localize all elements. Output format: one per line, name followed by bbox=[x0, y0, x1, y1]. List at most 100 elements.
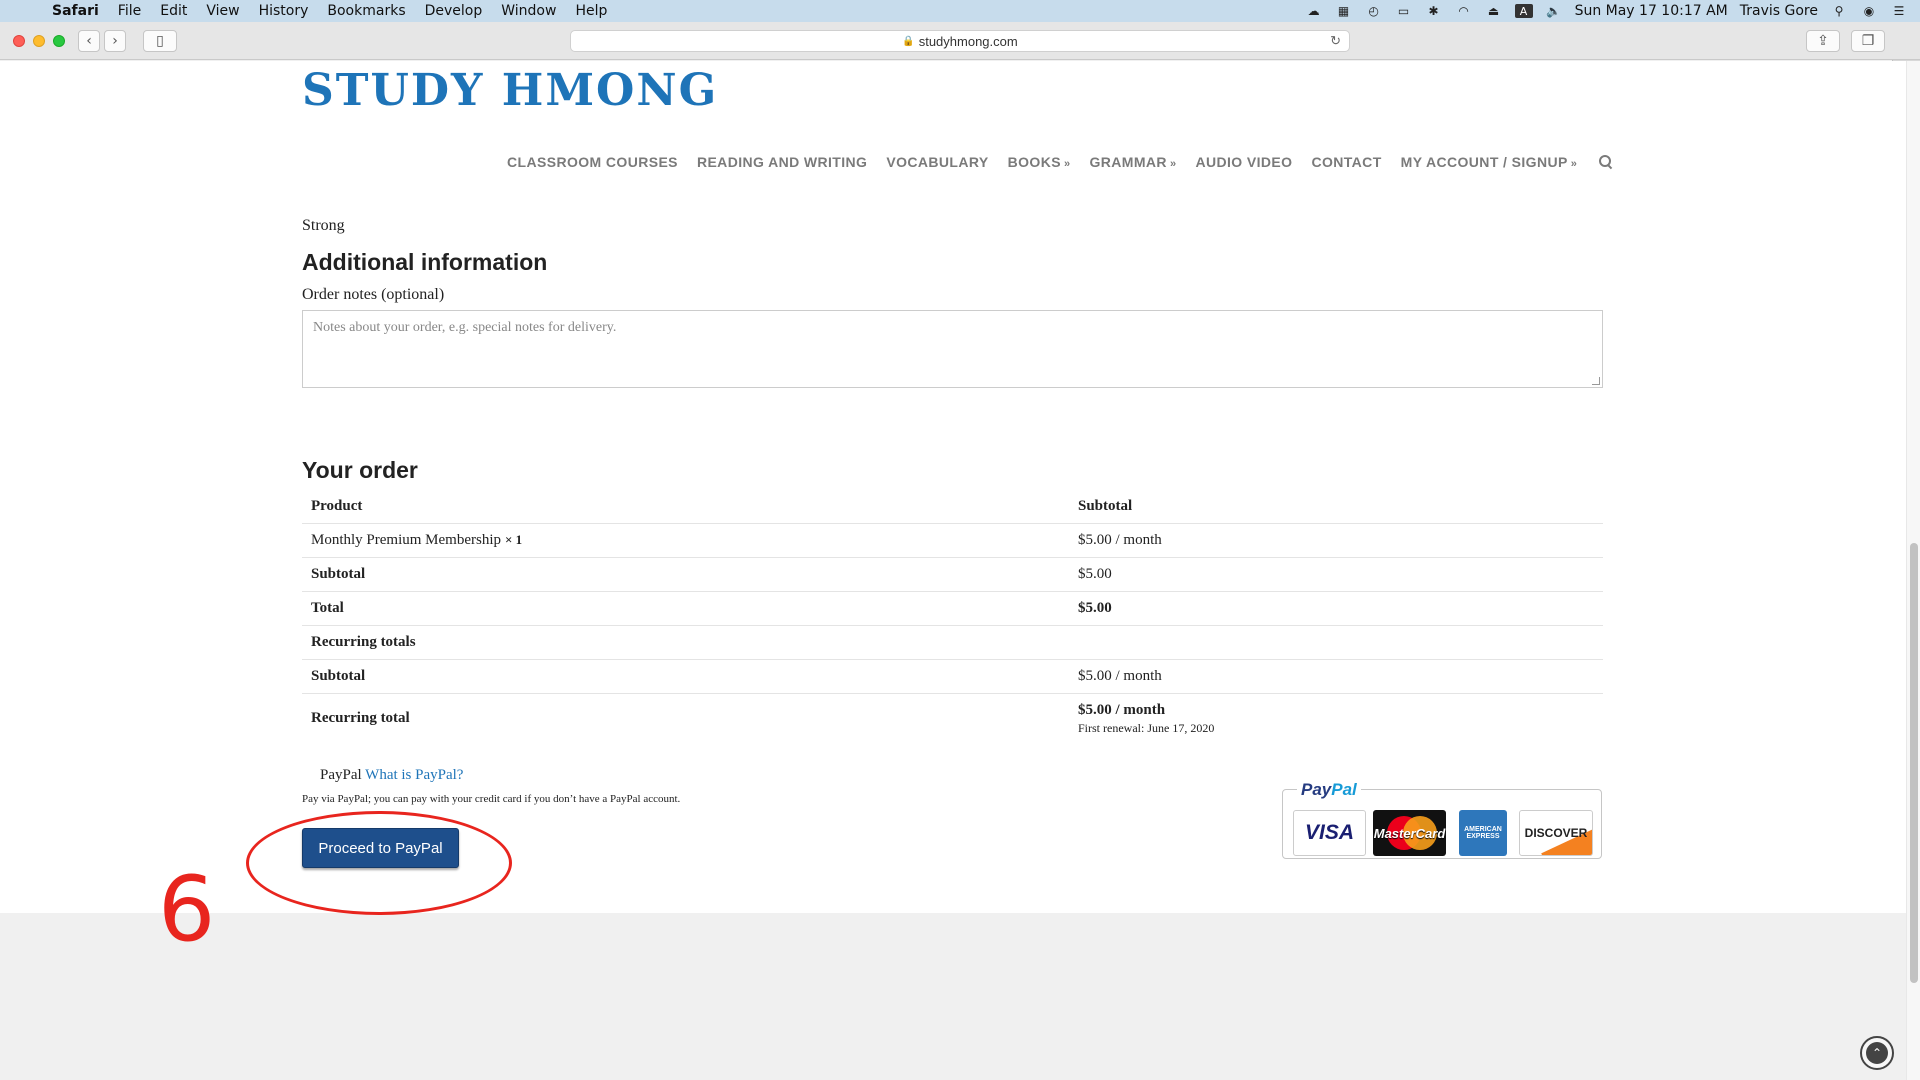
cloud-icon[interactable]: ☁ bbox=[1305, 4, 1323, 18]
volume-icon[interactable]: 🔈 bbox=[1545, 4, 1563, 18]
payment-method-label: PayPal bbox=[320, 767, 362, 783]
time-machine-icon[interactable]: ◴ bbox=[1365, 4, 1383, 18]
menu-help[interactable]: Help bbox=[575, 3, 607, 19]
table-row: Total $5.00 bbox=[302, 592, 1603, 626]
your-order-heading: Your order bbox=[302, 457, 418, 483]
visa-card-logo: VISA bbox=[1293, 810, 1366, 856]
annotation-step-number: 6 bbox=[158, 857, 216, 962]
total-label: Total bbox=[311, 600, 344, 616]
nav-grammar-label: GRAMMAR bbox=[1089, 154, 1167, 170]
input-source-icon[interactable]: A bbox=[1514, 4, 1533, 18]
nav-contact[interactable]: CONTACT bbox=[1311, 154, 1381, 170]
recurring-total-value: $5.00 / month bbox=[1078, 702, 1166, 718]
subtotal-label: Subtotal bbox=[311, 566, 366, 582]
product-name-cell: Monthly Premium Membership × 1 bbox=[311, 532, 522, 549]
browser-toolbar: ‹ › ▯ 🔒 studyhmong.com ↻ ⇪ ❐ + bbox=[0, 22, 1920, 82]
reload-icon[interactable]: ↻ bbox=[1330, 33, 1341, 49]
nav-books[interactable]: BOOKS» bbox=[1008, 154, 1071, 170]
notification-center-icon[interactable]: ☰ bbox=[1890, 4, 1908, 18]
eject-icon[interactable]: ⏏ bbox=[1485, 4, 1503, 18]
minimize-window-button[interactable] bbox=[33, 35, 45, 47]
mastercard-logo: MasterCard bbox=[1373, 810, 1446, 856]
recurring-totals-label: Recurring totals bbox=[311, 634, 416, 650]
nav-grammar[interactable]: GRAMMAR» bbox=[1089, 154, 1176, 170]
recurring-total-cell: $5.00 / month First renewal: June 17, 20… bbox=[1078, 702, 1214, 736]
order-notes-label: Order notes (optional) bbox=[302, 286, 445, 303]
share-icon: ⇪ bbox=[1817, 33, 1829, 49]
paypal-logo-pay: Pay bbox=[1301, 780, 1332, 799]
menu-file[interactable]: File bbox=[118, 3, 141, 19]
site-logo[interactable]: STUDY HMONG bbox=[302, 65, 718, 116]
search-icon[interactable] bbox=[1599, 155, 1613, 169]
back-button[interactable]: ‹ bbox=[78, 30, 100, 52]
menu-bar-status-area: ☁ ▦ ◴ ▭ ✱ ◠ ⏏ A 🔈 Sun May 17 10:17 AM Tr… bbox=[1305, 0, 1908, 22]
chevron-up-icon: ⌃ bbox=[1866, 1042, 1888, 1064]
recurring-total-label: Recurring total bbox=[311, 710, 410, 726]
additional-information-heading: Additional information bbox=[302, 249, 548, 275]
table-row: Subtotal $5.00 / month bbox=[302, 660, 1603, 694]
nav-audio-video[interactable]: AUDIO VIDEO bbox=[1195, 154, 1292, 170]
what-is-paypal-link[interactable]: What is PayPal? bbox=[365, 767, 463, 783]
american-express-logo: AMERICAN EXPRESS bbox=[1459, 810, 1507, 856]
menu-view[interactable]: View bbox=[206, 3, 239, 19]
chevron-left-icon: ‹ bbox=[86, 33, 92, 49]
menu-edit[interactable]: Edit bbox=[160, 3, 187, 19]
bluetooth-icon[interactable]: ✱ bbox=[1425, 4, 1443, 18]
nav-classroom-courses[interactable]: CLASSROOM COURSES bbox=[507, 154, 678, 170]
address-bar[interactable]: 🔒 studyhmong.com ↻ bbox=[570, 30, 1350, 52]
annotation-highlight-ellipse bbox=[246, 811, 512, 915]
paypal-logo: PayPal bbox=[1297, 780, 1361, 800]
table-row: Recurring totals bbox=[302, 626, 1603, 660]
double-chevron-down-icon: » bbox=[1063, 158, 1071, 170]
nav-vocabulary[interactable]: VOCABULARY bbox=[886, 154, 988, 170]
siri-icon[interactable]: ◉ bbox=[1860, 4, 1878, 18]
nav-books-label: BOOKS bbox=[1007, 154, 1061, 170]
discover-logo-text: DISCOVER bbox=[1524, 826, 1588, 840]
forward-button[interactable]: › bbox=[104, 30, 126, 52]
sidebar-icon: ▯ bbox=[156, 33, 164, 49]
resize-handle-icon[interactable] bbox=[1592, 377, 1600, 385]
paypal-logo-pal: Pal bbox=[1331, 780, 1357, 799]
product-quantity: × 1 bbox=[505, 532, 523, 547]
address-bar-url: studyhmong.com bbox=[918, 33, 1018, 49]
product-price: $5.00 / month bbox=[1078, 532, 1162, 548]
order-review-table: Product Subtotal Monthly Premium Members… bbox=[302, 490, 1603, 742]
double-chevron-down-icon: » bbox=[1169, 158, 1177, 170]
sidebar-toggle-button[interactable]: ▯ bbox=[143, 30, 177, 52]
mastercard-logo-text: MasterCard bbox=[1373, 825, 1446, 841]
menu-bar-clock[interactable]: Sun May 17 10:17 AM bbox=[1575, 3, 1728, 19]
fullscreen-window-button[interactable] bbox=[53, 35, 65, 47]
grid-icon[interactable]: ▦ bbox=[1335, 4, 1353, 18]
menu-safari[interactable]: Safari bbox=[52, 3, 99, 19]
total-value: $5.00 bbox=[1078, 600, 1112, 616]
double-chevron-down-icon: » bbox=[1570, 158, 1578, 170]
subtotal-value: $5.00 bbox=[1078, 566, 1112, 582]
scrollbar-thumb[interactable] bbox=[1910, 543, 1918, 983]
paypal-acceptance-badge: PayPal VISA MasterCard AMERICAN EXPRESS … bbox=[1282, 780, 1602, 859]
discover-card-logo: DISCOVER bbox=[1519, 810, 1593, 856]
web-page: STUDY HMONG CLASSROOM COURSES READING AN… bbox=[0, 61, 1906, 1080]
menu-develop[interactable]: Develop bbox=[425, 3, 483, 19]
page-content-area: STUDY HMONG CLASSROOM COURSES READING AN… bbox=[0, 61, 1906, 955]
macos-menu-bar: Safari File Edit View History Bookmarks … bbox=[0, 0, 1920, 22]
menu-bookmarks[interactable]: Bookmarks bbox=[327, 3, 405, 19]
chevron-right-icon: › bbox=[112, 33, 118, 49]
page-scrollbar[interactable] bbox=[1906, 61, 1920, 1080]
menu-window[interactable]: Window bbox=[501, 3, 556, 19]
menu-bar-user[interactable]: Travis Gore bbox=[1740, 3, 1818, 19]
scroll-to-top-button[interactable]: ⌃ bbox=[1860, 1036, 1894, 1070]
payment-method-paypal[interactable]: PayPal What is PayPal? bbox=[320, 767, 463, 784]
nav-reading-and-writing[interactable]: READING AND WRITING bbox=[697, 154, 867, 170]
nav-my-account[interactable]: MY ACCOUNT / SIGNUP» bbox=[1401, 154, 1578, 170]
wifi-icon[interactable]: ◠ bbox=[1455, 4, 1473, 18]
spotlight-search-icon[interactable]: ⚲ bbox=[1830, 4, 1848, 18]
lock-icon: 🔒 bbox=[902, 35, 915, 47]
show-tabs-button[interactable]: ❐ bbox=[1851, 30, 1885, 52]
product-name: Monthly Premium Membership bbox=[311, 532, 501, 548]
close-window-button[interactable] bbox=[13, 35, 25, 47]
order-notes-textarea[interactable]: Notes about your order, e.g. special not… bbox=[302, 310, 1603, 388]
menu-history[interactable]: History bbox=[259, 3, 309, 19]
paypal-description: Pay via PayPal; you can pay with your cr… bbox=[302, 793, 681, 805]
share-button[interactable]: ⇪ bbox=[1806, 30, 1840, 52]
airplay-icon[interactable]: ▭ bbox=[1395, 4, 1413, 18]
